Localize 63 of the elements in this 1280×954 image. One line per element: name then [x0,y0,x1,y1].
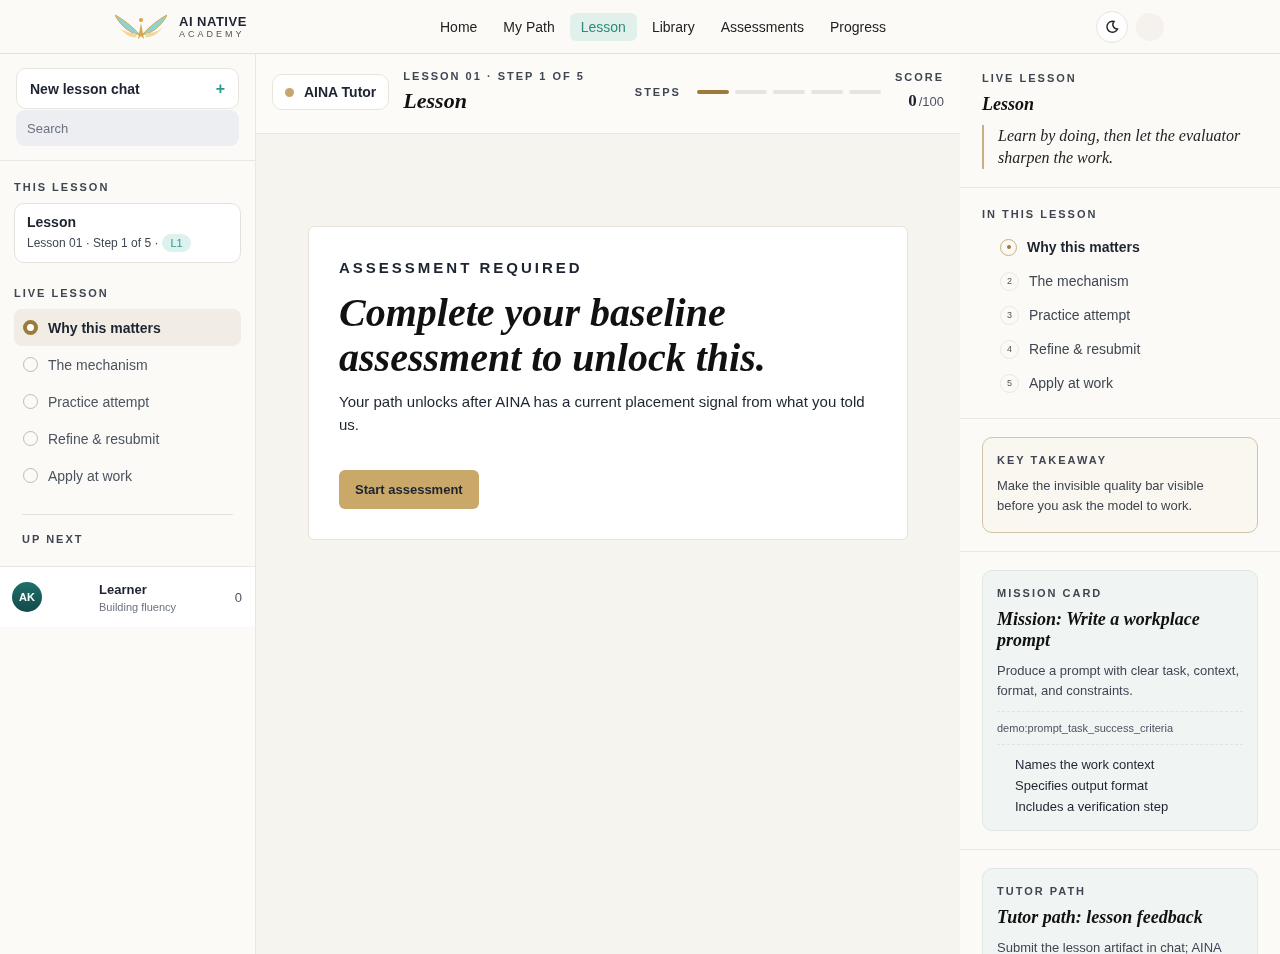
lesson-step-item[interactable]: The mechanism [14,346,241,383]
steps-label: STEPS [634,85,681,98]
criterion-text: Specifies output format [1015,778,1149,793]
tutor-button[interactable]: AINA Tutor [272,74,390,110]
nav-tab[interactable]: Lesson [569,12,637,41]
nav-tab[interactable]: Home [429,12,489,41]
card-text: Your path unlocks after AINA has a current placement signal from what you told us. [339,392,866,435]
lesson-outline-item[interactable]: 2 The mechanism [1000,264,1258,298]
card-title: Tutor path: lesson feedback [997,907,1204,928]
user-avatar: AK [12,582,42,612]
nav-tab[interactable]: Library [640,12,706,41]
lesson-outline-item[interactable]: 3 Practice attempt [1000,298,1258,332]
criterion-text: Includes a verification step [1015,799,1170,814]
brand-tagline: ACADEMY [179,29,246,39]
lesson-quote: Learn by doing, then let the evaluator sharpen the work. [982,125,1258,169]
card-title: Complete your baseline assessment to unlock this. [339,290,767,380]
criteria-code: demo:prompt_task_success_criteria [997,711,1243,745]
card-text: Produce a prompt with clear task, context, format, and constraints. [997,662,1241,700]
user-count: 0 [234,589,242,605]
criterion-text: Names the work context [1015,757,1156,772]
lesson-step-item[interactable]: Apply at work [14,457,241,494]
moon-icon [1105,19,1119,34]
lesson-step-item[interactable]: Refine & resubmit [14,420,241,457]
section-heading: LIVE LESSON [14,287,110,299]
section-heading: THIS LESSON [14,181,111,193]
wings-logo-icon [115,12,167,41]
lesson-card[interactable]: Lesson Lesson 01 · Step 1 of 5 · L1 [14,203,241,263]
theme-toggle-button[interactable] [1096,10,1128,43]
status-dot-icon [285,87,294,97]
card-heading: TUTOR PATH [997,885,1088,897]
lesson-outline-item[interactable]: 4 Refine & resubmit [1000,332,1258,366]
user-name: Learner [99,581,148,597]
card-eyebrow: ASSESSMENT REQUIRED [339,259,583,276]
section-heading: IN THIS LESSON [982,208,1099,220]
card-text: Make the invisible quality bar visible before you ask the model to work. [997,477,1205,515]
score-label: SCORE [894,70,944,83]
brand-name: AI NATIVE [179,14,247,29]
lesson-title: Lesson [27,214,77,230]
new-chat-button[interactable]: New lesson chat + [16,68,239,109]
score-value: 0 [908,90,917,111]
user-status: Building fluency [99,600,177,613]
section-heading: UP NEXT [22,533,85,545]
nav-tab[interactable]: Assessments [709,12,815,41]
lesson-step-item[interactable]: Why this matters [14,309,241,346]
card-title: Mission: Write a workplace prompt [997,609,1201,651]
card-heading: MISSION CARD [997,587,1104,599]
lesson-title: Lesson [403,87,468,114]
selected-radio-icon [23,320,38,335]
lesson-eyebrow: LESSON 01 · STEP 1 OF 5 [403,69,585,82]
lesson-outline-item[interactable]: 5 Apply at work [1000,366,1258,400]
score-max: /100 [918,93,944,109]
card-heading: KEY TAKEAWAY [997,454,1108,466]
section-heading: LIVE LESSON [982,72,1078,84]
level-badge: L1 [162,234,191,252]
lesson-meta: Lesson 01 · Step 1 of 5 · [27,236,159,250]
card-text: Submit the lesson artifact in chat; AINA [997,939,1223,954]
nav-tab[interactable]: My Path [492,12,566,41]
start-assessment-button[interactable]: Start assessment [339,470,479,509]
lesson-step-item[interactable]: Practice attempt [14,383,241,420]
nav-tab[interactable]: Progress [818,12,897,41]
lesson-outline-item[interactable]: Why this matters [1000,230,1258,264]
search-field[interactable]: Search [16,110,239,146]
panel-title: Lesson [982,94,1035,115]
